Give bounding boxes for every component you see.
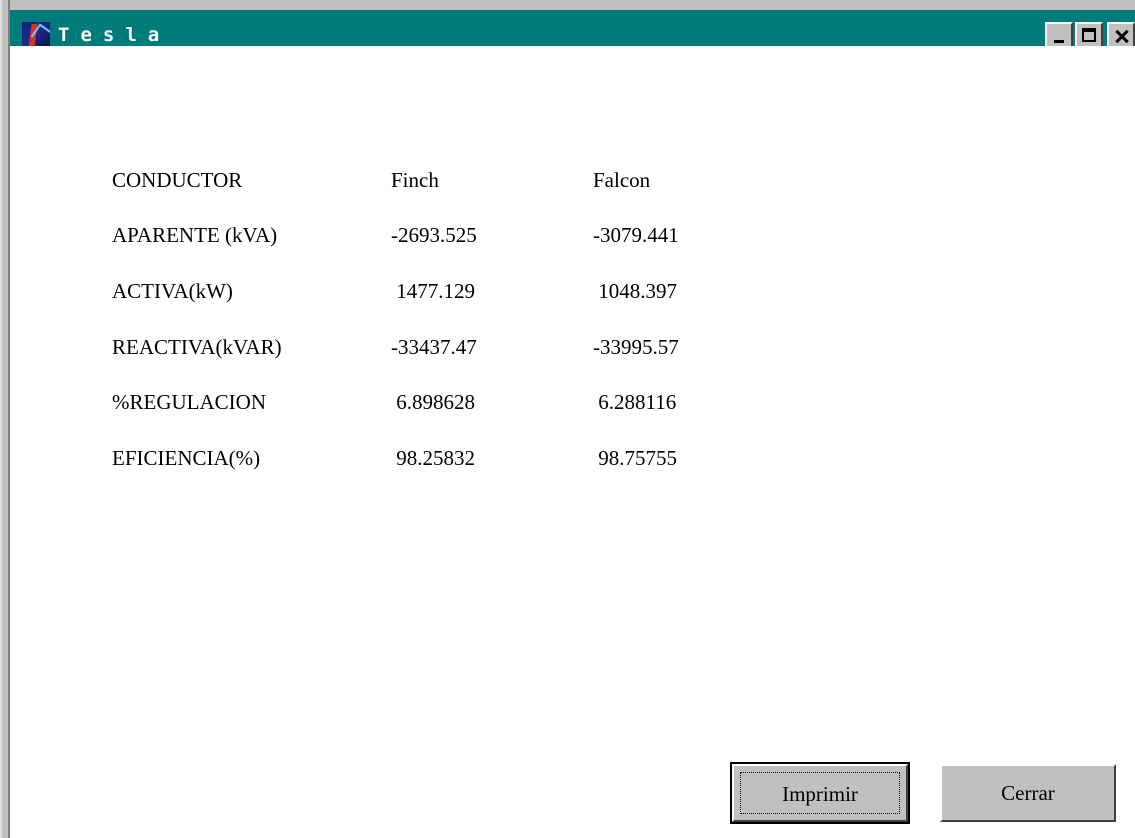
activa-label: ACTIVA(kW) (112, 279, 233, 303)
aparente-falcon-value: -3079.441 (593, 223, 679, 247)
reactiva-falcon-value: -33995.57 (593, 335, 679, 359)
results-panel: CONDUCTOR Finch Falcon APARENTE (kVA) -2… (10, 46, 1135, 838)
aparente-finch-value: -2693.525 (391, 223, 477, 247)
conductor-finch-header: Finch (391, 168, 439, 192)
reactiva-label: REACTIVA(kVAR) (112, 335, 282, 359)
eficiencia-finch-value: 98.25832 (391, 446, 475, 470)
activa-finch-value: 1477.129 (391, 279, 475, 303)
eficiencia-falcon-value: 98.75755 (593, 446, 677, 470)
title-bar[interactable]: Tesla (10, 10, 1135, 50)
conductor-header-label: CONDUCTOR (112, 168, 243, 192)
reactiva-finch-value: -33437.47 (391, 335, 477, 359)
print-button-label: Imprimir (740, 772, 900, 814)
print-button[interactable]: Imprimir (730, 762, 910, 824)
eficiencia-label: EFICIENCIA(%) (112, 446, 261, 470)
aparente-label: APARENTE (kVA) (112, 223, 278, 247)
close-button[interactable]: Cerrar (940, 764, 1116, 822)
tesla-window: Tesla CONDUCTOR Finch Falcon APARENTE (k… (0, 0, 1135, 838)
window-title: Tesla (58, 24, 171, 46)
regulacion-label: %REGULACION (112, 390, 266, 414)
window-left-border (0, 0, 10, 838)
activa-falcon-value: 1048.397 (593, 279, 677, 303)
conductor-falcon-header: Falcon (593, 168, 651, 192)
regulacion-falcon-value: 6.288116 (593, 390, 677, 414)
regulacion-finch-value: 6.898628 (391, 390, 475, 414)
